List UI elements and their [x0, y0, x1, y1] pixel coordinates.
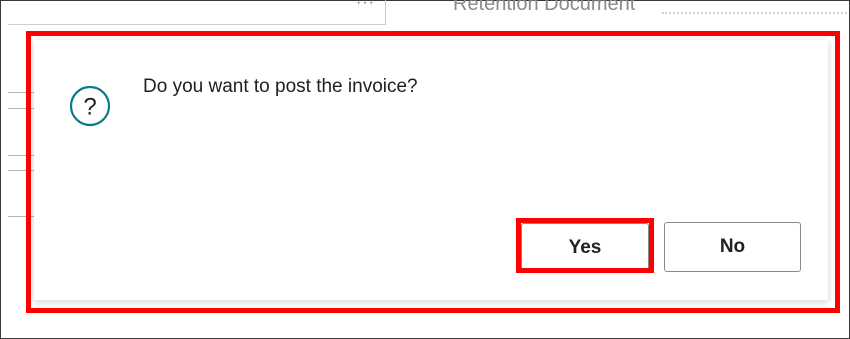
field-leader-dots — [662, 12, 847, 14]
row-divider — [8, 108, 34, 109]
more-options-icon[interactable]: ··· — [356, 0, 375, 12]
dialog-message: Do you want to post the invoice? — [143, 76, 418, 97]
row-divider — [8, 92, 34, 93]
yes-button[interactable]: Yes — [521, 223, 649, 273]
svg-text:?: ? — [83, 94, 96, 121]
row-divider — [8, 216, 34, 217]
row-divider — [8, 170, 34, 171]
retention-document-label: Retention Document — [453, 0, 636, 15]
no-button[interactable]: No — [664, 222, 801, 272]
row-divider — [8, 155, 34, 156]
question-circle-icon: ? — [68, 84, 112, 128]
column-divider — [385, 0, 386, 24]
row-divider — [8, 24, 386, 25]
